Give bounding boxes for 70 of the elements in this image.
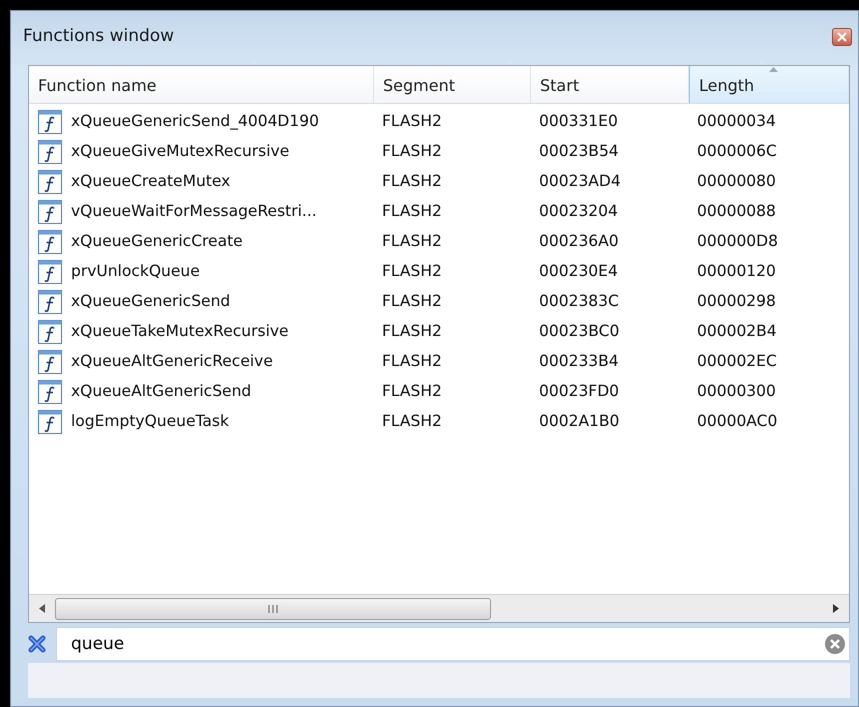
function-name[interactable]: logEmptyQueueTask	[71, 410, 229, 434]
start-address: 000236A0	[539, 232, 619, 250]
function-name[interactable]: xQueueAltGenericReceive	[71, 350, 273, 374]
function-icon	[38, 410, 62, 434]
length-value: 000002EC	[697, 352, 777, 370]
start-address: 00023B54	[539, 142, 619, 160]
function-icon	[38, 200, 62, 224]
function-icon	[38, 380, 62, 404]
segment-cell: FLASH2	[382, 352, 442, 370]
scroll-thumb[interactable]	[55, 598, 491, 620]
segment-cell: FLASH2	[382, 112, 442, 130]
horizontal-scrollbar[interactable]	[29, 594, 849, 622]
start-address: 00023204	[539, 202, 618, 220]
length-value: 00000120	[697, 262, 776, 280]
function-name[interactable]: xQueueAltGenericSend	[71, 380, 252, 404]
close-button[interactable]	[832, 28, 852, 46]
segment-cell: FLASH2	[382, 292, 442, 310]
function-name[interactable]: vQueueWaitForMessageRestri...	[71, 200, 317, 224]
length-value: 000002B4	[697, 322, 777, 340]
column-header[interactable]: Function name	[29, 66, 374, 103]
segment-cell: FLASH2	[382, 202, 442, 220]
function-name[interactable]: xQueueGenericCreate	[71, 230, 243, 254]
function-icon	[38, 320, 62, 344]
function-name[interactable]: xQueueTakeMutexRecursive	[71, 320, 289, 344]
function-name[interactable]: xQueueCreateMutex	[71, 170, 230, 194]
filter-field[interactable]: queue	[56, 627, 850, 661]
start-address: 0002A1B0	[539, 412, 620, 430]
segment-cell: FLASH2	[382, 262, 442, 280]
segment-cell: FLASH2	[382, 322, 442, 340]
length-value: 0000006C	[697, 142, 777, 160]
segment-cell: FLASH2	[382, 232, 442, 250]
length-value: 00000298	[697, 292, 776, 310]
start-address: 000230E4	[539, 262, 618, 280]
column-header[interactable]: Segment	[374, 66, 531, 103]
close-icon	[837, 32, 847, 42]
function-icon	[38, 140, 62, 164]
column-header[interactable]: Start	[531, 66, 689, 103]
segment-cell: FLASH2	[382, 142, 442, 160]
function-icon	[38, 170, 62, 194]
window-title: Functions window	[23, 25, 174, 48]
start-address: 000233B4	[539, 352, 619, 370]
clear-icon[interactable]	[824, 633, 846, 655]
function-icon	[38, 290, 62, 314]
function-icon	[38, 110, 62, 134]
length-value: 00000080	[697, 172, 776, 190]
length-value: 00000AC0	[697, 412, 778, 430]
length-value: 00000300	[697, 382, 776, 400]
segment-cell: FLASH2	[382, 172, 442, 190]
function-name[interactable]: xQueueGenericSend_4004D190	[71, 110, 319, 134]
function-icon	[38, 260, 62, 284]
segment-cell: FLASH2	[382, 382, 442, 400]
function-name[interactable]: xQueueGenericSend	[71, 290, 230, 314]
filter-clear-icon[interactable]	[28, 635, 46, 653]
length-value: 00000034	[697, 112, 776, 130]
grip-icon	[268, 604, 278, 612]
right-arrow-icon	[833, 604, 839, 613]
length-value: 00000088	[697, 202, 776, 220]
function-icon	[38, 350, 62, 374]
segment-cell: FLASH2	[382, 412, 442, 430]
start-address: 000331E0	[539, 112, 618, 130]
function-name[interactable]: prvUnlockQueue	[71, 260, 200, 284]
length-value: 000000D8	[697, 232, 778, 250]
function-name[interactable]: xQueueGiveMutexRecursive	[71, 140, 290, 164]
start-address: 00023FD0	[539, 382, 620, 400]
column-header[interactable]: Length	[689, 66, 849, 103]
left-arrow-icon	[39, 604, 45, 613]
function-icon	[38, 230, 62, 254]
start-address: 0002383C	[539, 292, 619, 310]
start-address: 00023BC0	[539, 322, 620, 340]
start-address: 00023AD4	[539, 172, 621, 190]
